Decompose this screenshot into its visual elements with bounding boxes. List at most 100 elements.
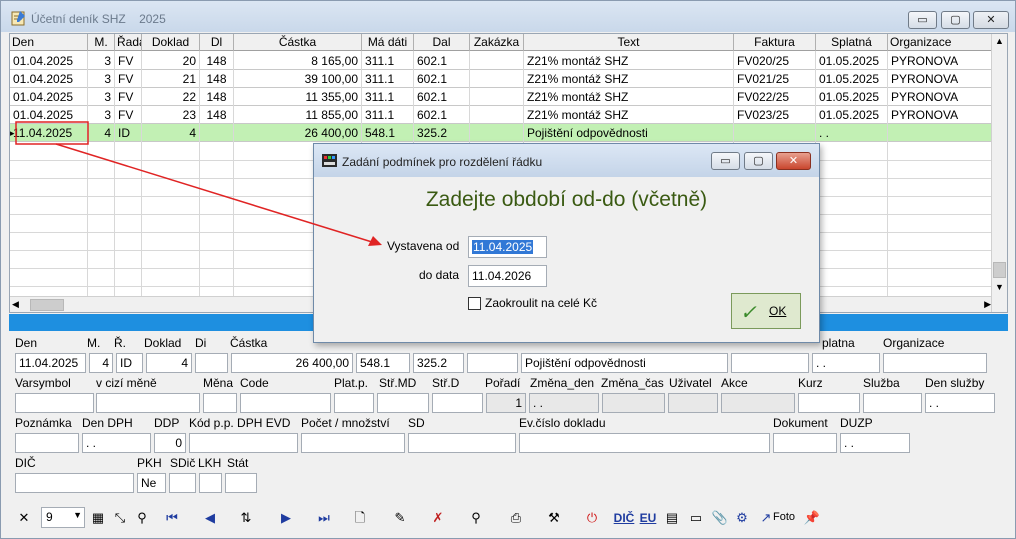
mena-field[interactable] bbox=[203, 393, 237, 413]
table-cell[interactable]: FV020/25 bbox=[734, 52, 816, 70]
horizontal-scroll-thumb[interactable] bbox=[30, 299, 64, 311]
table-cell[interactable]: 11 855,00 bbox=[234, 106, 362, 124]
table-cell[interactable]: 01.05.2025 bbox=[816, 70, 888, 88]
dokument-field[interactable] bbox=[773, 433, 837, 453]
foto-button[interactable]: Foto bbox=[773, 511, 795, 523]
table-cell[interactable] bbox=[888, 124, 993, 142]
power-icon[interactable]: ⏻ bbox=[581, 506, 603, 530]
find-icon[interactable]: ⚲ bbox=[465, 506, 487, 530]
table-cell[interactable]: 39 100,00 bbox=[234, 70, 362, 88]
table-cell[interactable]: 311.1 bbox=[362, 106, 414, 124]
table-cell[interactable]: 148 bbox=[200, 52, 234, 70]
str-d-field[interactable] bbox=[432, 393, 483, 413]
from-date-input[interactable]: 11.04.2025 bbox=[468, 236, 547, 258]
first-record-icon[interactable]: ⏮ bbox=[161, 506, 183, 530]
lkh-field[interactable] bbox=[199, 473, 222, 493]
maximize-button[interactable]: ▢ bbox=[941, 11, 970, 29]
minimize-button[interactable]: ▭ bbox=[908, 11, 937, 29]
vertical-scroll-thumb[interactable] bbox=[993, 262, 1006, 278]
column-header[interactable]: Splatná bbox=[816, 34, 888, 51]
column-header[interactable]: Dl bbox=[200, 34, 234, 51]
edit-icon[interactable]: ✎ bbox=[389, 506, 411, 530]
pin-icon[interactable]: 📌 bbox=[801, 506, 823, 530]
resize-icon[interactable]: ⤡ bbox=[109, 506, 131, 530]
table-cell[interactable]: PYRONOVA bbox=[888, 70, 993, 88]
den-dph-field[interactable]: . . bbox=[82, 433, 151, 453]
scroll-left-icon[interactable]: ◀ bbox=[12, 299, 19, 310]
table-cell[interactable]: 4 bbox=[142, 124, 200, 142]
table-cell[interactable]: PYRONOVA bbox=[888, 106, 993, 124]
table-cell[interactable]: . . bbox=[816, 124, 888, 142]
new-document-icon[interactable]: 🗋 bbox=[349, 506, 371, 530]
dic-button[interactable]: DIČ bbox=[613, 506, 635, 530]
table-cell[interactable]: FV bbox=[115, 52, 142, 70]
table-cell[interactable]: 22 bbox=[142, 88, 200, 106]
md-field[interactable]: 548.1 bbox=[356, 353, 410, 373]
sluzba-field[interactable] bbox=[863, 393, 922, 413]
dialog-maximize-button[interactable]: ▢ bbox=[744, 152, 773, 170]
sd-field[interactable] bbox=[408, 433, 516, 453]
chevron-down-icon[interactable]: ▼ bbox=[73, 510, 82, 520]
cancel-icon[interactable]: ✕ bbox=[13, 506, 35, 530]
table-cell[interactable] bbox=[734, 124, 816, 142]
table-cell[interactable]: 01.04.2025 bbox=[10, 70, 88, 88]
table-cell[interactable]: 4 bbox=[88, 124, 115, 142]
table-cell[interactable]: 148 bbox=[200, 70, 234, 88]
table-cell[interactable]: 01.05.2025 bbox=[816, 52, 888, 70]
faktura-field[interactable] bbox=[731, 353, 809, 373]
table-cell[interactable]: Z21% montáž SHZ bbox=[524, 88, 734, 106]
close-button[interactable]: ✕ bbox=[973, 11, 1009, 29]
note-icon[interactable]: ▭ bbox=[685, 506, 707, 530]
dal-field[interactable]: 325.2 bbox=[413, 353, 464, 373]
rada-field[interactable]: ID bbox=[116, 353, 143, 373]
table-cell[interactable]: 148 bbox=[200, 106, 234, 124]
table-cell[interactable] bbox=[200, 124, 234, 142]
table-cell[interactable]: 602.1 bbox=[414, 88, 470, 106]
ddp-field[interactable]: 0 bbox=[154, 433, 186, 453]
calculator-icon[interactable]: ▦ bbox=[87, 506, 109, 530]
attachment-icon[interactable]: 📎 bbox=[709, 506, 731, 530]
dialog-minimize-button[interactable]: ▭ bbox=[711, 152, 740, 170]
table-cell[interactable] bbox=[470, 106, 524, 124]
table-cell[interactable]: 21 bbox=[142, 70, 200, 88]
table-cell[interactable]: FV022/25 bbox=[734, 88, 816, 106]
table-cell[interactable]: PYRONOVA bbox=[888, 52, 993, 70]
scroll-up-icon[interactable]: ▲ bbox=[995, 36, 1004, 46]
table-cell[interactable]: 602.1 bbox=[414, 52, 470, 70]
table-cell[interactable]: FV bbox=[115, 106, 142, 124]
table-cell[interactable]: Z21% montáž SHZ bbox=[524, 70, 734, 88]
castka-field[interactable]: 26 400,00 bbox=[231, 353, 353, 373]
table-row[interactable]: 01.04.2025 3 FV 20 148 8 165,00 311.1 602.1 Z21%… bbox=[10, 52, 993, 70]
next-record-icon[interactable]: ▶ bbox=[275, 506, 297, 530]
pocet-field[interactable] bbox=[301, 433, 405, 453]
last-record-icon[interactable]: ⏭ bbox=[313, 506, 335, 530]
round-checkbox[interactable] bbox=[468, 297, 481, 310]
table-cell[interactable]: FV bbox=[115, 88, 142, 106]
column-header[interactable]: Organizace bbox=[888, 34, 993, 51]
m-field[interactable]: 4 bbox=[89, 353, 113, 373]
table-cell[interactable]: 3 bbox=[88, 70, 115, 88]
code-field[interactable] bbox=[240, 393, 331, 413]
den-sluzby-field[interactable]: . . bbox=[925, 393, 995, 413]
tools-icon[interactable]: ⚒ bbox=[543, 506, 565, 530]
table-cell[interactable]: FV021/25 bbox=[734, 70, 816, 88]
table-cell[interactable]: Z21% montáž SHZ bbox=[524, 52, 734, 70]
dialog-close-button[interactable]: ✕ bbox=[776, 152, 811, 170]
eu-button[interactable]: EU bbox=[637, 506, 659, 530]
table-cell[interactable]: 01.04.2025 bbox=[10, 88, 88, 106]
sdic-field[interactable] bbox=[169, 473, 196, 493]
di-field[interactable] bbox=[195, 353, 228, 373]
table-cell[interactable]: 01.05.2025 bbox=[816, 88, 888, 106]
column-header[interactable]: Den bbox=[10, 34, 88, 51]
sort-icon[interactable]: ⇅ bbox=[235, 506, 257, 530]
splatna-field[interactable]: . . bbox=[812, 353, 880, 373]
column-header[interactable]: Text bbox=[524, 34, 734, 51]
cizi-mena-field[interactable] bbox=[96, 393, 200, 413]
print-icon[interactable]: ⎙ bbox=[505, 506, 527, 530]
table-cell[interactable]: 3 bbox=[88, 88, 115, 106]
duzp-field[interactable]: . . bbox=[840, 433, 910, 453]
doklad-field[interactable]: 4 bbox=[146, 353, 192, 373]
table-cell[interactable]: 23 bbox=[142, 106, 200, 124]
table-cell[interactable]: 01.05.2025 bbox=[816, 106, 888, 124]
table-cell[interactable] bbox=[470, 52, 524, 70]
